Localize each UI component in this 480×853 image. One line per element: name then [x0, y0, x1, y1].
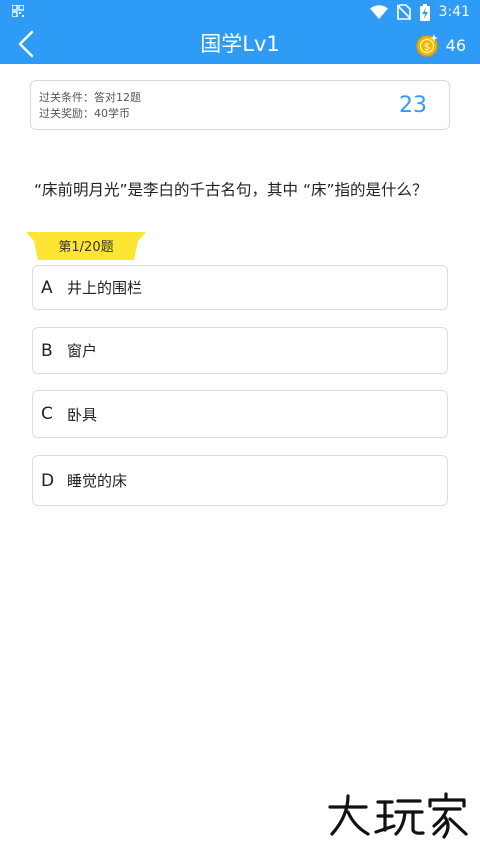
option-a[interactable]: A 井上的围栏	[32, 265, 448, 310]
wifi-icon	[369, 5, 388, 19]
option-b[interactable]: B 窗户	[32, 327, 448, 374]
option-text: 睡觉的床	[67, 472, 128, 490]
question-text: “床前明月光”是李白的千古名句，其中 “床”指的是什么？	[34, 181, 428, 199]
option-text: 窗户	[67, 342, 98, 360]
option-text: 井上的围栏	[67, 279, 143, 297]
watermark-logo	[328, 792, 468, 839]
option-c[interactable]: C 卧具	[32, 390, 448, 438]
option-text: 卧具	[67, 405, 98, 424]
pass-condition: 过关条件：答对12题	[39, 91, 141, 104]
status-time: 3:41	[438, 4, 470, 20]
option-letter: C	[41, 404, 53, 424]
progress-ribbon: 第1/20题	[26, 232, 146, 260]
no-sim-icon	[396, 4, 411, 20]
coin-icon: $	[415, 34, 438, 57]
condition-text: 过关条件：答对12题 过关奖励：40学币	[39, 90, 141, 122]
option-letter: A	[41, 277, 53, 298]
app-bar: 国学Lv1 $ 46	[0, 24, 480, 64]
svg-text:$: $	[423, 42, 429, 53]
status-bar: 3:41	[0, 0, 480, 24]
battery-charging-icon	[419, 3, 430, 21]
qr-icon	[12, 5, 24, 17]
coin-count: 46	[445, 35, 466, 55]
countdown-timer: 23	[399, 93, 427, 118]
option-letter: B	[41, 340, 53, 361]
condition-card: 过关条件：答对12题 过关奖励：40学币 23	[30, 80, 450, 130]
coin-balance[interactable]: $ 46	[415, 32, 466, 58]
question-progress: 第1/20题	[58, 240, 114, 255]
pass-reward: 过关奖励：40学币	[39, 107, 130, 120]
option-d[interactable]: D 睡觉的床	[32, 455, 448, 506]
page-title: 国学Lv1	[200, 32, 280, 56]
option-letter: D	[41, 470, 55, 491]
